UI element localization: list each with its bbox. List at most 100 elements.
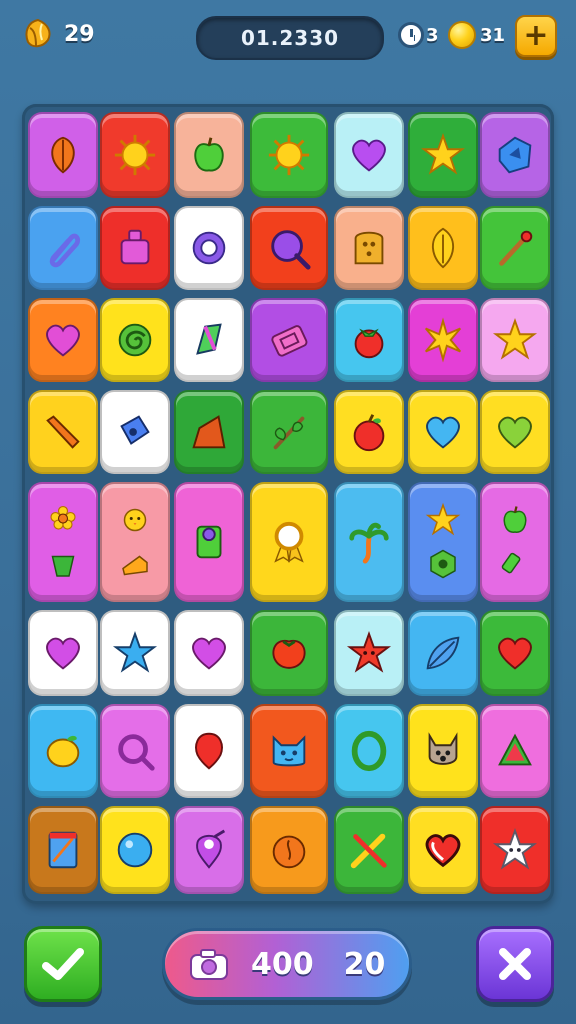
tile-r6-c7[interactable]: [480, 610, 550, 696]
confirm-button[interactable]: [24, 926, 102, 1002]
tile-r2-c7[interactable]: [480, 206, 550, 290]
tile-r1-c3[interactable]: [174, 112, 244, 198]
clock-icon: [398, 22, 424, 48]
tomato-big-icon: [272, 639, 306, 669]
star-yellow-icon: [420, 132, 466, 175]
gem-blue-icon: [498, 136, 532, 174]
tile-r5-c3[interactable]: [174, 482, 244, 602]
tile-r4-c1[interactable]: [28, 390, 98, 474]
magnifier-icon: [271, 230, 311, 270]
tile-r8-c2[interactable]: [100, 806, 170, 894]
tile-r6-c1[interactable]: [28, 610, 98, 696]
tile-r3-c4[interactable]: [250, 298, 328, 382]
checkmark-icon: [42, 948, 84, 980]
pencil-icon: [499, 230, 533, 266]
tile-r7-c1[interactable]: [28, 704, 98, 798]
tile-r1-c1[interactable]: [28, 112, 98, 198]
clock-value: 3: [426, 24, 439, 46]
tile-r4-c2[interactable]: [100, 390, 170, 474]
tile-r8-c3[interactable]: [174, 806, 244, 894]
coin-counter: 31: [448, 21, 505, 49]
tile-r7-c2[interactable]: [100, 704, 170, 798]
top-hud: 29 01.2330 3 31 +: [0, 0, 576, 80]
peach-icon: [272, 835, 306, 869]
heart-magenta-icon: [46, 637, 80, 670]
tile-r7-c5[interactable]: [334, 704, 404, 798]
pin-icon: [196, 829, 226, 869]
tile-r2-c4[interactable]: [250, 206, 328, 290]
tile-r5-c7[interactable]: [480, 482, 550, 602]
toast-icon: [354, 231, 384, 265]
add-coins-button[interactable]: +: [515, 15, 557, 57]
star-red-icon: [346, 630, 392, 673]
heart-magenta-icon: [192, 637, 226, 670]
lives-value: 29: [64, 21, 95, 47]
burst-icon: [425, 317, 461, 363]
ring-green-icon: [351, 730, 387, 772]
sausage-icon: [46, 415, 80, 449]
crystal-icon: [196, 323, 222, 355]
chick-icon: [123, 508, 147, 532]
tile-r8-c1[interactable]: [28, 806, 98, 894]
tile-r6-c3[interactable]: [174, 610, 244, 696]
palm-icon: [349, 522, 389, 564]
close-button[interactable]: [476, 926, 554, 1002]
tile-r4-c6[interactable]: [408, 390, 478, 474]
tile-r6-c4[interactable]: [250, 610, 328, 696]
tile-r4-c7[interactable]: [480, 390, 550, 474]
apple-red-icon: [353, 414, 385, 452]
lemon-icon: [46, 735, 80, 768]
moves-value: 20: [343, 946, 386, 982]
tile-r4-c5[interactable]: [334, 390, 404, 474]
clock-counter: 3: [398, 22, 439, 48]
tile-r1-c6[interactable]: [408, 112, 478, 198]
tile-r8-c5[interactable]: [334, 806, 404, 894]
tile-r8-c7[interactable]: [480, 806, 550, 894]
tile-r2-c3[interactable]: [174, 206, 244, 290]
tile-r8-c4[interactable]: [250, 806, 328, 894]
tile-r3-c2[interactable]: [100, 298, 170, 382]
magnifier-pink-icon: [118, 734, 155, 771]
tile-r7-c3[interactable]: [174, 704, 244, 798]
watermelon-icon: [498, 733, 532, 766]
close-icon: [499, 948, 531, 980]
tile-r2-c6[interactable]: [408, 206, 478, 290]
tile-r3-c1[interactable]: [28, 298, 98, 382]
heart-blue-icon: [426, 416, 460, 449]
tile-r4-c3[interactable]: [174, 390, 244, 474]
tile-r5-c4[interactable]: [250, 482, 328, 602]
tile-r2-c5[interactable]: [334, 206, 404, 290]
tile-r8-c6[interactable]: [408, 806, 478, 894]
tile-r3-c7[interactable]: [480, 298, 550, 382]
tile-r3-c3[interactable]: [174, 298, 244, 382]
tile-r1-c7[interactable]: [480, 112, 550, 198]
pot-icon: [51, 555, 75, 577]
tile-r3-c5[interactable]: [334, 298, 404, 382]
tile-r2-c1[interactable]: [28, 206, 98, 290]
tile-r1-c4[interactable]: [250, 112, 328, 198]
heart-green-icon: [498, 416, 532, 449]
tile-r1-c5[interactable]: [334, 112, 404, 198]
lantern-icon: [196, 525, 222, 559]
tile-r7-c4[interactable]: [250, 704, 328, 798]
tile-r5-c2[interactable]: [100, 482, 170, 602]
camera-icon: [190, 949, 228, 980]
heart-outline-icon: [425, 834, 461, 868]
game-board: [22, 104, 554, 904]
tile-r6-c5[interactable]: [334, 610, 404, 696]
cat-icon: [272, 735, 306, 767]
tile-r6-c2[interactable]: [100, 610, 170, 696]
tile-r6-c6[interactable]: [408, 610, 478, 696]
tile-r5-c5[interactable]: [334, 482, 404, 602]
tile-r4-c4[interactable]: [250, 390, 328, 474]
tile-r5-c1[interactable]: [28, 482, 98, 602]
hexagon-icon: [430, 549, 456, 579]
tile-r3-c6[interactable]: [408, 298, 478, 382]
heart-red-icon: [498, 637, 532, 670]
tile-r7-c7[interactable]: [480, 704, 550, 798]
star-yellow-icon: [492, 317, 538, 360]
tile-r2-c2[interactable]: [100, 206, 170, 290]
tile-r5-c6[interactable]: [408, 482, 478, 602]
tile-r7-c6[interactable]: [408, 704, 478, 798]
tile-r1-c2[interactable]: [100, 112, 170, 198]
